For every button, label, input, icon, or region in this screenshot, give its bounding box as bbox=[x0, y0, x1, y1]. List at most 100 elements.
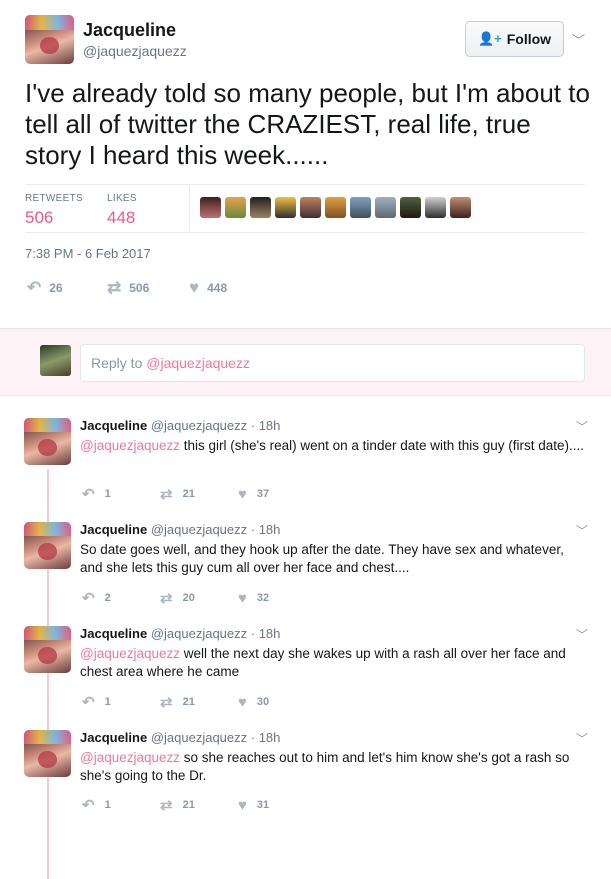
retweet-count: 21 bbox=[182, 696, 195, 708]
reply-text: @jaquezjaquezz this girl (she's real) we… bbox=[80, 437, 590, 455]
reply-avatar[interactable] bbox=[24, 730, 71, 777]
reply-mention: @jaquezjaquezz bbox=[146, 355, 250, 371]
like-action[interactable]: ♥ 31 bbox=[238, 796, 316, 814]
reply-avatar[interactable] bbox=[24, 626, 71, 673]
reply-author-name[interactable]: Jacqueline bbox=[80, 418, 147, 433]
reply-text: @jaquezjaquezz well the next day she wak… bbox=[80, 645, 590, 681]
author-name[interactable]: Jacqueline bbox=[83, 20, 176, 41]
reply-input[interactable]: Reply to @jaquezjaquezz bbox=[80, 344, 585, 382]
tweet-timestamp[interactable]: 7:38 PM - 6 Feb 2017 bbox=[25, 246, 151, 261]
reply-count: 26 bbox=[49, 281, 63, 295]
retweet-count: 20 bbox=[182, 592, 195, 604]
author-avatar[interactable] bbox=[25, 15, 74, 64]
reply-actions: ↶ 1 ⇄ 21 ♥ 30 bbox=[82, 693, 316, 712]
retweet-action[interactable]: ⇄ 21 bbox=[160, 796, 238, 814]
reply-action[interactable]: ↶ 1 bbox=[82, 485, 160, 503]
reply-meta[interactable]: @jaquezjaquezz · 18h bbox=[151, 730, 281, 745]
reply-author-name[interactable]: Jacqueline bbox=[80, 626, 147, 641]
current-user-avatar bbox=[40, 345, 71, 376]
follow-button[interactable]: 👤+ Follow bbox=[465, 21, 564, 57]
divider bbox=[25, 184, 585, 185]
follow-label: Follow bbox=[506, 31, 552, 47]
liker-avatar[interactable] bbox=[325, 197, 346, 218]
reply-count: 1 bbox=[104, 799, 111, 811]
reply-composer: Reply to @jaquezjaquezz bbox=[0, 328, 611, 396]
liker-avatar[interactable] bbox=[225, 197, 246, 218]
reply-actions: ↶ 1 ⇄ 21 ♥ 37 bbox=[82, 485, 316, 504]
reply-avatar[interactable] bbox=[24, 418, 71, 465]
reply-count: 1 bbox=[104, 696, 111, 708]
reply-actions: ↶ 1 ⇄ 21 ♥ 31 bbox=[82, 796, 316, 815]
author-handle[interactable]: @jaquezjaquezz bbox=[83, 43, 187, 59]
reply-text-mention[interactable]: @jaquezjaquezz bbox=[80, 750, 180, 765]
reply-avatar[interactable] bbox=[24, 522, 71, 569]
reply-header: Jacqueline @jaquezjaquezz · 18h bbox=[80, 730, 280, 745]
liker-avatar[interactable] bbox=[250, 197, 271, 218]
reply-author-name[interactable]: Jacqueline bbox=[80, 730, 147, 745]
retweet-icon: ⇄ bbox=[160, 486, 173, 503]
reply-icon: ↶ bbox=[82, 694, 95, 711]
like-action[interactable]: ♥ 448 bbox=[189, 278, 227, 298]
reply-icon: ↶ bbox=[82, 797, 95, 814]
like-action[interactable]: ♥ 30 bbox=[238, 693, 316, 711]
liker-avatar[interactable] bbox=[350, 197, 371, 218]
likes-stat[interactable]: LIKES 448 bbox=[107, 193, 137, 228]
chevron-down-icon[interactable]: ﹀ bbox=[576, 730, 588, 747]
reply-prefix: Reply to bbox=[91, 355, 147, 371]
reply-actions: ↶ 2 ⇄ 20 ♥ 32 bbox=[82, 589, 316, 608]
chevron-down-icon[interactable]: ﹀ bbox=[576, 626, 588, 643]
like-action[interactable]: ♥ 37 bbox=[238, 485, 316, 503]
retweet-count: 21 bbox=[182, 488, 195, 500]
reply-header: Jacqueline @jaquezjaquezz · 18h bbox=[80, 626, 280, 641]
reply-action[interactable]: ↶ 1 bbox=[82, 693, 160, 711]
liker-avatar[interactable] bbox=[275, 197, 296, 218]
heart-icon: ♥ bbox=[238, 485, 247, 503]
retweet-action[interactable]: ⇄ 21 bbox=[160, 693, 238, 711]
retweet-action[interactable]: ⇄ 506 bbox=[107, 278, 189, 298]
reply-action[interactable]: ↶ 26 bbox=[27, 278, 107, 298]
retweet-icon: ⇄ bbox=[160, 797, 173, 814]
liker-avatar[interactable] bbox=[450, 197, 471, 218]
retweet-icon: ⇄ bbox=[160, 590, 173, 607]
liker-avatar[interactable] bbox=[400, 197, 421, 218]
liker-avatar[interactable] bbox=[200, 197, 221, 218]
reply-header: Jacqueline @jaquezjaquezz · 18h bbox=[80, 418, 280, 433]
retweets-stat-label: RETWEETS bbox=[25, 193, 83, 204]
chevron-down-icon[interactable]: ﹀ bbox=[572, 30, 585, 49]
liker-avatar[interactable] bbox=[425, 197, 446, 218]
likers-avatars bbox=[200, 197, 471, 218]
liker-avatar[interactable] bbox=[300, 197, 321, 218]
reply-author-name[interactable]: Jacqueline bbox=[80, 522, 147, 537]
tweet-text: I've already told so many people, but I'… bbox=[25, 78, 590, 170]
reply-text-mention[interactable]: @jaquezjaquezz bbox=[80, 646, 180, 661]
retweets-stat-value: 506 bbox=[25, 208, 54, 227]
chevron-down-icon[interactable]: ﹀ bbox=[576, 418, 588, 435]
reply-meta[interactable]: @jaquezjaquezz · 18h bbox=[151, 626, 281, 641]
retweet-action[interactable]: ⇄ 21 bbox=[160, 485, 238, 503]
reply-action[interactable]: ↶ 2 bbox=[82, 589, 160, 607]
retweet-count: 506 bbox=[129, 281, 150, 295]
reply-icon: ↶ bbox=[27, 278, 42, 297]
heart-icon: ♥ bbox=[238, 589, 247, 607]
divider bbox=[189, 186, 190, 230]
add-user-icon: 👤+ bbox=[477, 31, 502, 46]
reply-count: 1 bbox=[104, 488, 111, 500]
retweet-action[interactable]: ⇄ 20 bbox=[160, 589, 238, 607]
reply-icon: ↶ bbox=[82, 590, 95, 607]
chevron-down-icon[interactable]: ﹀ bbox=[576, 522, 588, 539]
reply-action[interactable]: ↶ 1 bbox=[82, 796, 160, 814]
reply-text-mention[interactable]: @jaquezjaquezz bbox=[80, 438, 180, 453]
reply-meta[interactable]: @jaquezjaquezz · 18h bbox=[151, 522, 281, 537]
like-action[interactable]: ♥ 32 bbox=[238, 589, 316, 607]
retweets-stat[interactable]: RETWEETS 506 bbox=[25, 193, 83, 228]
reply-icon: ↶ bbox=[82, 486, 95, 503]
like-count: 30 bbox=[256, 696, 270, 708]
heart-icon: ♥ bbox=[238, 693, 247, 711]
heart-icon: ♥ bbox=[189, 278, 200, 297]
reply-text: So date goes well, and they hook up afte… bbox=[80, 541, 590, 577]
reply-meta[interactable]: @jaquezjaquezz · 18h bbox=[151, 418, 281, 433]
liker-avatar[interactable] bbox=[375, 197, 396, 218]
reply-text: @jaquezjaquezz so she reaches out to him… bbox=[80, 749, 590, 785]
like-count: 448 bbox=[207, 281, 228, 295]
reply-count: 2 bbox=[104, 592, 111, 604]
